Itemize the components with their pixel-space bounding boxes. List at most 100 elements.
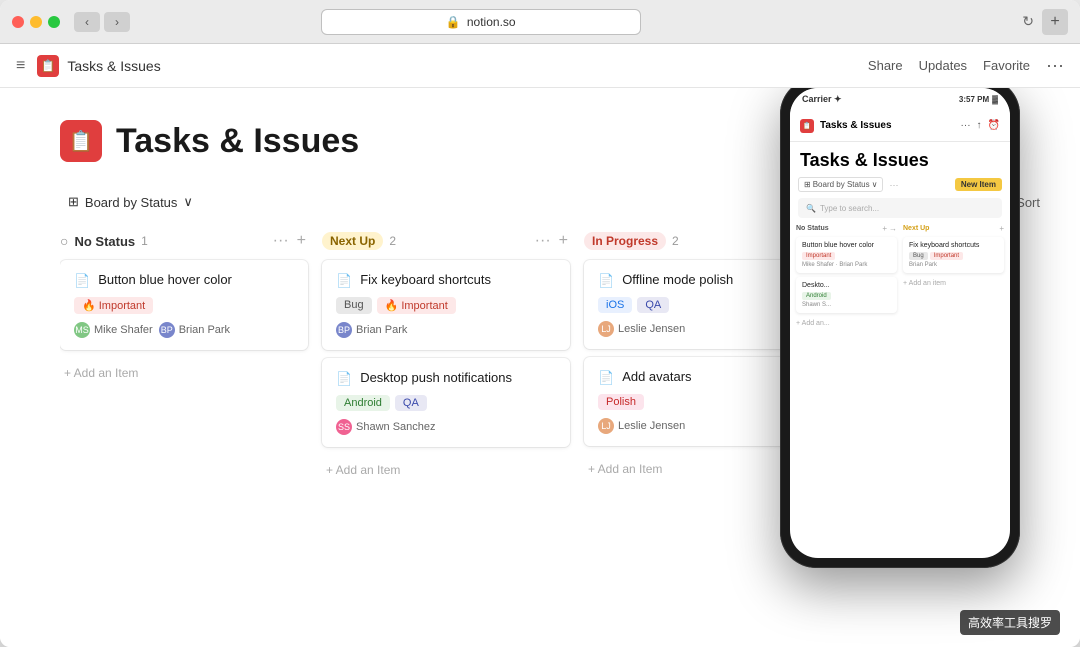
phone-outer: Carrier ✦ 3:57 PM ▓ 📋 Tasks & Issues ···… [780,88,1020,568]
column-count-in-progress: 2 [672,234,679,248]
phone-card-title-2: Deskto... [802,282,891,289]
phone-card-title-1: Button blue hover color [802,242,891,249]
phone-col-actions: + → [882,224,897,233]
tag-ios[interactable]: iOS [598,297,632,313]
phone-app-title: Tasks & Issues [820,120,892,131]
phone-board-label: Board by Status [813,180,870,189]
phone-ellipsis[interactable]: ··· [889,180,898,190]
updates-button[interactable]: Updates [919,58,967,73]
phone-card-title-3: Fix keyboard shortcuts [909,242,998,249]
maximize-button[interactable] [48,16,60,28]
assignee-leslie: LJ Leslie Jensen [598,321,685,337]
tag-qa-offline[interactable]: QA [637,297,669,313]
phone-add-item-2[interactable]: + Add an item [903,277,1004,290]
back-button[interactable]: ‹ [74,12,100,32]
card-assignees-desktop-push: SS Shawn Sanchez [336,419,556,435]
phone-new-item-button[interactable]: New Item [955,178,1002,191]
phone-card-tags-3: Bug Important [909,252,998,260]
refresh-button[interactable]: ↻ [1022,13,1034,30]
assignee-name-brian: Brian Park [179,324,230,336]
phone-more-icon[interactable]: ··· [961,120,971,131]
phone-col-header-next-up: Next Up + [903,224,1004,233]
close-button[interactable] [12,16,24,28]
card-title-text: Button blue hover color [98,272,232,287]
phone-card-3[interactable]: Fix keyboard shortcuts Bug Important Bri… [903,237,1004,273]
phone-screen: Carrier ✦ 3:57 PM ▓ 📋 Tasks & Issues ···… [790,88,1010,558]
menu-icon[interactable]: ≡ [16,57,25,75]
avatar-brian: BP [159,322,175,338]
lock-icon: 🔒 [446,15,461,29]
card-button-blue[interactable]: 📄 Button blue hover color 🔥 Important MS… [60,260,308,350]
phone-col-arrow[interactable]: → [889,224,897,233]
phone-tag-important: Important [802,252,835,260]
avatar-mike: MS [74,322,90,338]
assignee-name-leslie: Leslie Jensen [618,323,685,335]
chevron-down-icon: ∨ [183,194,193,210]
phone-clock-icon[interactable]: ⏰ [988,120,1000,131]
favorite-button[interactable]: Favorite [983,58,1030,73]
phone-page-title: Tasks & Issues [790,142,1010,177]
watermark: 高效率工具搜罗 [960,610,1060,635]
phone-top-icons: ··· ↑ ⏰ [961,120,1000,131]
phone-share-icon[interactable]: ↑ [977,120,982,131]
add-item-next-up[interactable]: + Add an Item [322,457,570,483]
column-header-next-up: Next Up 2 ··· + [322,232,570,250]
nav-buttons: ‹ › [74,12,130,32]
phone-card-2[interactable]: Deskto... Android Shawn S... [796,277,897,313]
tag-android[interactable]: Android [336,395,390,411]
assignee-name-shawn: Shawn Sanchez [356,421,436,433]
column-title-no-status: No Status [74,234,135,249]
board-view-button[interactable]: ⊞ Board by Status ∨ [60,190,201,214]
phone-mockup: Carrier ✦ 3:57 PM ▓ 📋 Tasks & Issues ···… [780,88,1080,647]
phone-card-assignees-1: Mike Shafer · Brian Park [802,262,891,268]
phone-card-assignees-2: Shawn S... [802,302,891,308]
forward-button[interactable]: › [104,12,130,32]
assignee-brian: BP Brian Park [159,322,230,338]
phone-card-1[interactable]: Button blue hover color Important Mike S… [796,237,897,273]
phone-chevron-icon: ∨ [872,180,878,189]
avatar-leslie: LJ [598,321,614,337]
page-title: Tasks & Issues [116,122,359,161]
phone-time: 3:57 PM [959,95,989,104]
card-title-desktop-push: 📄 Desktop push notifications [336,370,556,387]
minimize-button[interactable] [30,16,42,28]
battery-icon: ▓ [992,95,998,104]
new-tab-button[interactable]: + [1042,9,1068,35]
add-item-no-status[interactable]: + Add an Item [60,360,308,386]
phone-add-item-1[interactable]: + Add an... [796,317,897,330]
column-add-button-next-up[interactable]: + [557,232,570,250]
url-bar[interactable]: 🔒 notion.so [321,9,641,35]
tag-bug[interactable]: Bug [336,297,372,314]
phone-card-tags-2: Android [802,292,891,300]
phone-col-add[interactable]: + [882,224,887,233]
column-more-button[interactable]: ··· [271,232,291,250]
search-placeholder: Type to search... [820,204,879,213]
tag-polish[interactable]: Polish [598,394,644,410]
share-button[interactable]: Share [868,58,903,73]
assignee-mike: MS Mike Shafer [74,322,153,338]
column-badge-next-up: Next Up [322,232,383,250]
phone-col-add-next-up[interactable]: + [999,224,1004,233]
phone-col-title-no-status: No Status [796,225,829,232]
column-actions-next-up: ··· + [533,232,570,250]
column-more-button-next-up[interactable]: ··· [533,232,553,250]
phone-search[interactable]: 🔍 Type to search... [798,198,1002,218]
card-desktop-push[interactable]: 📄 Desktop push notifications Android QA … [322,358,570,447]
card-assignees: MS Mike Shafer BP Brian Park [74,322,294,338]
phone-logo: 📋 [800,119,814,133]
column-count-next-up: 2 [389,234,396,248]
card-fix-keyboard[interactable]: 📄 Fix keyboard shortcuts Bug 🔥 Important… [322,260,570,350]
more-button[interactable]: ··· [1046,55,1064,76]
column-add-button[interactable]: + [295,232,308,250]
phone-board-btn[interactable]: ⊞ Board by Status ∨ [798,177,883,192]
column-actions-no-status: ··· + [271,232,308,250]
no-status-icon: ○ [60,233,68,249]
phone-board-toolbar: ⊞ Board by Status ∨ ··· New Item [790,177,1010,198]
tag-qa[interactable]: QA [395,395,427,411]
phone-col-next-up: Next Up + Fix keyboard shortcuts Bug Imp… [903,224,1004,558]
title-bar: ‹ › 🔒 notion.so ↻ + [0,0,1080,44]
tag-important[interactable]: 🔥 Important [74,297,153,314]
phone-card-tags-1: Important [802,252,891,260]
tag-important[interactable]: 🔥 Important [377,297,456,314]
phone-board-icon: ⊞ [804,180,811,189]
